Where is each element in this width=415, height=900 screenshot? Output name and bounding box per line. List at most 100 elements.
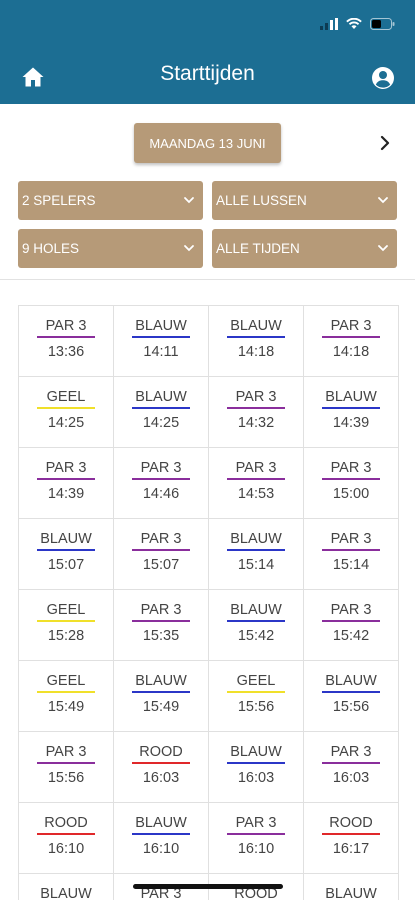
tee-time-cell[interactable]: BLAUW 15:56 <box>303 660 399 732</box>
loop-color-bar <box>227 833 285 835</box>
holes-select[interactable]: 9 HOLES <box>18 229 203 268</box>
tee-time-cell[interactable]: PAR 3 14:18 <box>303 305 399 377</box>
tee-time-cell[interactable]: ROOD 16:10 <box>18 802 114 874</box>
loop-color-bar <box>322 549 380 551</box>
tee-time-cell[interactable]: BLAUW 15:14 <box>208 518 304 590</box>
start-time: 15:07 <box>142 557 180 573</box>
loop-color-bar <box>37 407 95 409</box>
loop-color-bar <box>322 620 380 622</box>
tee-time-cell[interactable]: BLAUW <box>18 873 114 900</box>
chevron-down-icon <box>378 197 388 204</box>
tee-time-cell[interactable]: PAR 3 16:10 <box>208 802 304 874</box>
start-time: 13:36 <box>47 344 85 360</box>
holes-select-value: 9 HOLES <box>22 241 80 256</box>
tee-time-cell[interactable]: PAR 3 13:36 <box>18 305 114 377</box>
loop-color-bar <box>37 478 95 480</box>
loop-label: GEEL <box>46 389 86 405</box>
start-time: 14:11 <box>143 344 179 360</box>
loop-label: BLAUW <box>40 531 92 547</box>
loop-label: BLAUW <box>135 673 187 689</box>
start-time: 15:07 <box>47 557 85 573</box>
tee-time-cell[interactable]: BLAUW 15:07 <box>18 518 114 590</box>
start-time: 16:03 <box>332 770 370 786</box>
tee-time-cell[interactable]: GEEL 14:25 <box>18 376 114 448</box>
tee-time-cell[interactable]: BLAUW 14:39 <box>303 376 399 448</box>
loop-color-bar <box>227 691 285 693</box>
loop-label: BLAUW <box>230 602 282 618</box>
loop-color-bar <box>322 691 380 693</box>
loop-color-bar <box>132 691 190 693</box>
loop-label: BLAUW <box>325 886 377 900</box>
loop-color-bar <box>132 549 190 551</box>
loop-color-bar <box>37 691 95 693</box>
loop-label: BLAUW <box>135 318 187 334</box>
loop-color-bar <box>322 336 380 338</box>
tee-time-cell[interactable]: PAR 3 16:03 <box>303 731 399 803</box>
filter-divider <box>0 279 415 280</box>
loop-label: ROOD <box>139 744 183 760</box>
tee-time-cell[interactable]: PAR 3 15:56 <box>18 731 114 803</box>
loop-color-bar <box>227 549 285 551</box>
loop-label: PAR 3 <box>330 744 372 760</box>
tee-time-cell[interactable]: PAR 3 15:42 <box>303 589 399 661</box>
start-time: 14:53 <box>237 486 275 502</box>
start-time: 16:10 <box>237 841 275 857</box>
loop-label: BLAUW <box>135 389 187 405</box>
loop-label: ROOD <box>329 815 373 831</box>
tee-time-cell[interactable]: GEEL 15:28 <box>18 589 114 661</box>
tee-time-cell[interactable]: PAR 3 15:00 <box>303 447 399 519</box>
tee-time-cell[interactable]: BLAUW <box>303 873 399 900</box>
loop-color-bar <box>37 762 95 764</box>
tee-time-cell[interactable]: BLAUW 15:42 <box>208 589 304 661</box>
tee-time-cell[interactable]: BLAUW 14:25 <box>113 376 209 448</box>
battery-icon <box>370 18 395 30</box>
next-day-arrow-icon[interactable] <box>378 134 392 152</box>
tee-time-cell[interactable]: PAR 3 14:46 <box>113 447 209 519</box>
loop-color-bar <box>132 620 190 622</box>
loop-label: PAR 3 <box>45 744 87 760</box>
tee-time-grid: PAR 3 13:36 BLAUW 14:11 BLAUW 14:18 PAR 3 14:18… <box>18 305 399 900</box>
start-time: 15:28 <box>47 628 85 644</box>
loops-select[interactable]: ALLE LUSSEN <box>212 181 397 220</box>
tee-time-cell[interactable]: ROOD 16:17 <box>303 802 399 874</box>
loop-color-bar <box>132 407 190 409</box>
loop-label: PAR 3 <box>45 460 87 476</box>
loop-label: BLAUW <box>135 815 187 831</box>
tee-time-cell[interactable]: PAR 3 14:32 <box>208 376 304 448</box>
start-time: 15:14 <box>332 557 370 573</box>
tee-time-cell[interactable]: PAR 3 15:07 <box>113 518 209 590</box>
tee-time-cell[interactable]: PAR 3 14:53 <box>208 447 304 519</box>
signal-icon <box>320 18 338 30</box>
tee-time-cell[interactable]: BLAUW 14:11 <box>113 305 209 377</box>
start-time: 16:17 <box>332 841 370 857</box>
start-time: 15:14 <box>237 557 275 573</box>
date-selector-button[interactable]: MAANDAG 13 JUNI <box>134 123 281 163</box>
tee-time-cell[interactable]: PAR 3 15:14 <box>303 518 399 590</box>
loop-color-bar <box>37 620 95 622</box>
tee-time-cell[interactable]: GEEL 15:49 <box>18 660 114 732</box>
loop-color-bar <box>322 833 380 835</box>
start-time: 14:25 <box>47 415 85 431</box>
times-select[interactable]: ALLE TIJDEN <box>212 229 397 268</box>
wifi-icon <box>346 18 362 29</box>
loops-select-value: ALLE LUSSEN <box>216 193 307 208</box>
user-account-icon[interactable] <box>371 66 395 90</box>
start-time: 16:10 <box>47 841 85 857</box>
tee-time-cell[interactable]: BLAUW 16:03 <box>208 731 304 803</box>
start-time: 16:10 <box>142 841 180 857</box>
start-time: 16:03 <box>237 770 275 786</box>
tee-time-cell[interactable]: BLAUW 16:10 <box>113 802 209 874</box>
tee-time-cell[interactable]: BLAUW 15:49 <box>113 660 209 732</box>
loop-label: BLAUW <box>230 318 282 334</box>
chevron-down-icon <box>378 245 388 252</box>
tee-time-cell[interactable]: PAR 3 15:35 <box>113 589 209 661</box>
tee-time-cell[interactable]: PAR 3 14:39 <box>18 447 114 519</box>
start-time: 16:03 <box>142 770 180 786</box>
tee-time-cell[interactable]: GEEL 15:56 <box>208 660 304 732</box>
tee-time-cell[interactable]: ROOD 16:03 <box>113 731 209 803</box>
players-select[interactable]: 2 SPELERS <box>18 181 203 220</box>
loop-label: BLAUW <box>40 886 92 900</box>
loop-label: BLAUW <box>325 389 377 405</box>
tee-time-cell[interactable]: BLAUW 14:18 <box>208 305 304 377</box>
loop-color-bar <box>37 549 95 551</box>
